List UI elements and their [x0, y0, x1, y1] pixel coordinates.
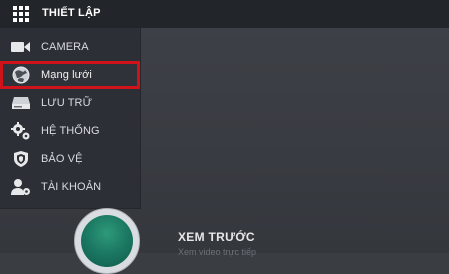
grid-icon[interactable] — [13, 6, 29, 22]
page-title: THIẾT LẬP — [42, 7, 101, 19]
gears-icon — [11, 121, 31, 141]
shield-icon — [11, 149, 31, 169]
sidebar: CAMERA Mạng lưới LƯU TRỮ HỆ THỐNG BẢO VỆ… — [0, 28, 141, 209]
preview-subtitle: Xem video trực tiếp — [178, 247, 257, 257]
preview-title[interactable]: XEM TRƯỚC — [178, 230, 255, 244]
preview-lens — [81, 215, 133, 267]
sidebar-item-label: TÀI KHOẢN — [41, 181, 102, 193]
storage-drive-icon — [11, 93, 31, 113]
sidebar-item-label: HỆ THỐNG — [41, 125, 100, 137]
preview-icon[interactable] — [74, 208, 140, 274]
sidebar-item-camera[interactable]: CAMERA — [0, 33, 140, 61]
sidebar-item-network[interactable]: Mạng lưới — [0, 61, 140, 89]
network-globe-icon — [11, 65, 31, 85]
sidebar-item-label: BẢO VỆ — [41, 153, 83, 165]
sidebar-item-system[interactable]: HỆ THỐNG — [0, 117, 140, 145]
sidebar-item-security[interactable]: BẢO VỆ — [0, 145, 140, 173]
camera-icon — [11, 37, 31, 57]
sidebar-item-label: Mạng lưới — [41, 69, 92, 81]
sidebar-item-account[interactable]: TÀI KHOẢN — [0, 173, 140, 201]
sidebar-item-label: LƯU TRỮ — [41, 97, 93, 109]
sidebar-item-storage[interactable]: LƯU TRỮ — [0, 89, 140, 117]
sidebar-item-label: CAMERA — [41, 41, 89, 53]
user-gear-icon — [11, 177, 31, 197]
top-bar: THIẾT LẬP — [0, 0, 449, 28]
